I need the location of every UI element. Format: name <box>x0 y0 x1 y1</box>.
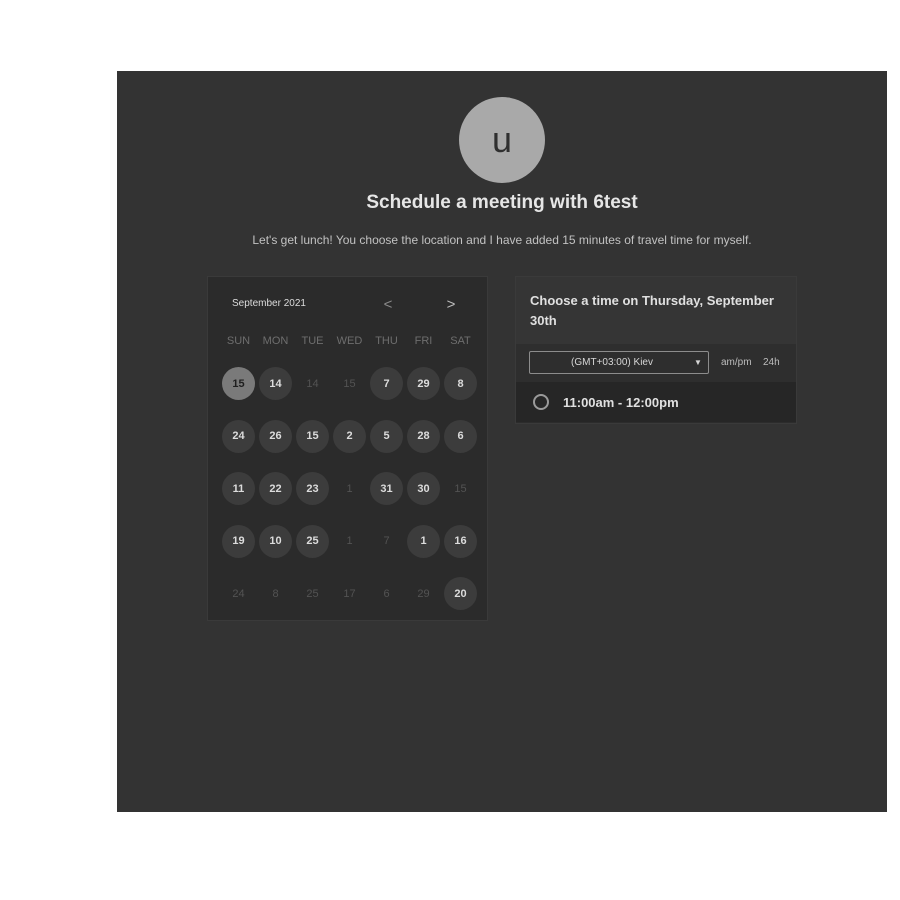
prev-month-button[interactable]: < <box>378 294 398 314</box>
calendar: September 2021 < > SUN MON TUE WED THU F… <box>207 276 488 621</box>
calendar-day-cell: 7 <box>368 525 405 578</box>
calendar-day[interactable]: 23 <box>296 472 329 505</box>
calendar-day: 7 <box>383 535 390 547</box>
calendar-day-cell: 10 <box>257 524 294 578</box>
calendar-day-cell: 29 <box>405 577 442 630</box>
calendar-day-cell: 25 <box>294 577 331 630</box>
calendar-day[interactable]: 8 <box>444 367 477 400</box>
calendar-day[interactable]: 7 <box>370 367 403 400</box>
calendar-day: 1 <box>346 482 353 495</box>
weekday-label: MON <box>262 335 289 347</box>
calendar-day: 8 <box>272 587 279 600</box>
weekday-label: WED <box>336 335 363 347</box>
calendar-day-cell: 6 <box>442 419 479 473</box>
calendar-day[interactable]: 19 <box>222 524 255 558</box>
calendar-day-cell: 30 <box>405 472 442 525</box>
calendar-day-cell: 15 <box>220 367 257 420</box>
weekday-header: SUN MON TUE WED THU FRI SAT <box>220 335 479 347</box>
weekday-label: SUN <box>226 335 251 347</box>
calendar-day-cell: 2 <box>331 419 368 473</box>
calendar-day: 25 <box>306 587 319 600</box>
calendar-day-cell: 24 <box>220 577 257 630</box>
calendar-day: 17 <box>343 587 356 600</box>
calendar-day-cell: 25 <box>294 524 331 578</box>
calendar-day-cell: 14 <box>294 367 331 420</box>
calendar-day-cell: 8 <box>442 367 479 420</box>
calendar-day-cell: 20 <box>442 577 479 630</box>
calendar-day[interactable]: 11 <box>222 472 255 505</box>
timezone-value: (GMT+03:00) Kiev <box>571 357 653 368</box>
time-slot-label: 11:00am - 12:00pm <box>563 394 679 410</box>
timezone-select[interactable]: (GMT+03:00) Kiev ▼ <box>529 351 709 374</box>
calendar-day[interactable]: 25 <box>296 524 329 558</box>
calendar-day-cell: 22 <box>257 472 294 525</box>
calendar-day[interactable]: 2 <box>333 419 366 453</box>
calendar-day[interactable]: 1 <box>407 524 440 558</box>
calendar-day[interactable]: 24 <box>222 419 255 453</box>
calendar-day-selected[interactable]: 15 <box>222 367 255 400</box>
weekday-label: THU <box>375 335 398 347</box>
calendar-month-label: September 2021 <box>232 298 306 309</box>
calendar-day-cell: 1 <box>331 472 368 525</box>
calendar-day-cell: 7 <box>368 367 405 420</box>
calendar-day: 6 <box>383 587 390 600</box>
calendar-day[interactable]: 5 <box>370 419 403 453</box>
time-picker-header: Choose a time on Thursday, September 30t… <box>516 277 796 344</box>
calendar-day-cell: 11 <box>220 472 257 525</box>
calendar-day-cell: 29 <box>405 367 442 420</box>
calendar-day[interactable]: 28 <box>407 419 440 453</box>
page-title: Schedule a meeting with 6test <box>366 192 638 213</box>
calendar-day-cell: 24 <box>220 419 257 473</box>
calendar-day[interactable]: 20 <box>444 577 477 610</box>
avatar: u <box>459 97 545 183</box>
calendar-day-cell: 1 <box>405 524 442 578</box>
time-slot[interactable]: 11:00am - 12:00pm <box>516 382 796 422</box>
calendar-day-cell: 6 <box>368 577 405 630</box>
weekday-label: TUE <box>301 335 324 347</box>
time-picker-title: Choose a time on Thursday, September 30t… <box>530 293 774 328</box>
calendar-day-cell: 26 <box>257 419 294 473</box>
calendar-day: 14 <box>306 377 319 390</box>
calendar-day: 24 <box>232 587 245 600</box>
calendar-day[interactable]: 26 <box>259 419 292 453</box>
calendar-day[interactable]: 10 <box>259 524 292 558</box>
calendar-day-cell: 28 <box>405 419 442 473</box>
radio-icon[interactable] <box>533 394 549 410</box>
calendar-day[interactable]: 30 <box>407 472 440 505</box>
calendar-day[interactable]: 6 <box>444 419 477 453</box>
calendar-day[interactable]: 16 <box>444 524 477 558</box>
calendar-day: 1 <box>346 535 353 547</box>
calendar-day[interactable]: 14 <box>259 367 292 400</box>
calendar-day: 15 <box>454 482 467 495</box>
calendar-day[interactable]: 15 <box>296 419 329 453</box>
calendar-day[interactable]: 22 <box>259 472 292 505</box>
calendar-day-cell: 14 <box>257 367 294 420</box>
calendar-day-cell: 17 <box>331 577 368 630</box>
calendar-day[interactable]: 29 <box>407 367 440 400</box>
calendar-day-cell: 23 <box>294 472 331 525</box>
time-picker: Choose a time on Thursday, September 30t… <box>515 276 797 424</box>
calendar-day: 15 <box>343 377 356 390</box>
timezone-row: (GMT+03:00) Kiev ▼ am/pm 24h <box>516 344 796 382</box>
scheduler-panel: u Schedule a meeting with 6test Let's ge… <box>117 71 887 812</box>
calendar-day-cell: 1 <box>331 525 368 578</box>
calendar-day-cell: 19 <box>220 524 257 578</box>
calendar-day-cell: 8 <box>257 577 294 630</box>
calendar-day-cell: 15 <box>331 367 368 420</box>
weekday-label: SAT <box>450 335 471 347</box>
weekday-label: FRI <box>414 335 433 347</box>
24h-format-toggle[interactable]: 24h <box>763 357 780 368</box>
meeting-description: Let's get lunch! You choose the location… <box>252 233 752 247</box>
calendar-day-cell: 5 <box>368 419 405 473</box>
calendar-day: 29 <box>417 587 430 600</box>
calendar-day-cell: 15 <box>294 419 331 473</box>
next-month-button[interactable]: > <box>441 294 461 314</box>
calendar-day-cell: 31 <box>368 472 405 525</box>
calendar-day-cell: 16 <box>442 524 479 578</box>
calendar-day[interactable]: 31 <box>370 472 403 505</box>
caret-down-icon: ▼ <box>694 358 702 367</box>
calendar-day-cell: 15 <box>442 472 479 525</box>
ampm-format-toggle[interactable]: am/pm <box>721 357 752 368</box>
calendar-days-grid: 15 14 14 15 7 29 8 24 26 15 2 5 28 6 11 22 23 1 31 30 15 19 10… <box>220 367 479 630</box>
